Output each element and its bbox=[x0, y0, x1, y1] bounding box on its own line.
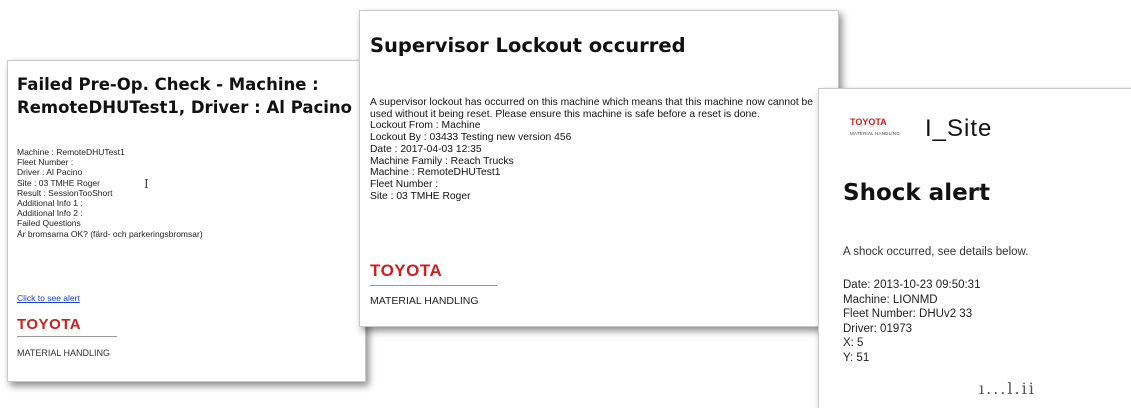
detail-result: Result : SessionTooShort bbox=[17, 187, 113, 198]
detail-fleet-number: Fleet Number : bbox=[370, 178, 439, 190]
alert-details: Date: 2013-10-23 09:50:31 Machine: LIONM… bbox=[843, 278, 980, 365]
detail-driver: Driver: 01973 bbox=[843, 322, 913, 335]
shock-alert-card: TOYOTA MATERIAL HANDLING I_Site Shock al… bbox=[818, 88, 1131, 408]
detail-y: Y: 51 bbox=[843, 351, 870, 364]
detail-lockout-from: Lockout From : Machine bbox=[370, 120, 481, 132]
logo-subtitle: MATERIAL HANDLING bbox=[17, 348, 111, 358]
detail-date: Date : 2017-04-03 12:35 bbox=[370, 143, 482, 155]
cropped-text: ı...l.ii bbox=[979, 379, 1036, 398]
alert-description: A supervisor lockout has occurred on thi… bbox=[370, 97, 814, 120]
toyota-logo: TOYOTA MATERIAL HANDLING bbox=[17, 316, 117, 358]
detail-additional-info-1: Additional Info 1 : bbox=[17, 198, 83, 209]
detail-fleet-number: Fleet Number : bbox=[17, 157, 74, 168]
alert-title: Supervisor Lockout occurred bbox=[370, 34, 686, 57]
logo-subtitle: MATERIAL HANDLING bbox=[850, 131, 900, 136]
detail-machine-family: Machine Family : Reach Trucks bbox=[370, 155, 514, 167]
text-cursor-icon: I bbox=[144, 177, 149, 191]
detail-failed-questions: Failed Questions bbox=[17, 218, 81, 229]
alert-details: A supervisor lockout has occurred on thi… bbox=[370, 97, 830, 202]
logo-subtitle: MATERIAL HANDLING bbox=[370, 295, 479, 307]
logo-brand: TOYOTA bbox=[850, 117, 887, 127]
detail-question: Är bromsarna OK? (färd- och parkeringsbr… bbox=[17, 228, 203, 239]
alert-title: Failed Pre-Op. Check - Machine : RemoteD… bbox=[17, 75, 352, 117]
detail-lockout-by: Lockout By : 03433 Testing new version 4… bbox=[370, 132, 572, 144]
detail-driver: Driver : Al Pacino bbox=[17, 167, 83, 178]
detail-machine: Machine: LIONMD bbox=[843, 293, 938, 306]
detail-machine: Machine : RemoteDHUTest1 bbox=[17, 147, 125, 157]
detail-date: Date: 2013-10-23 09:50:31 bbox=[843, 279, 981, 291]
supervisor-lockout-card: Supervisor Lockout occurred A supervisor… bbox=[359, 10, 839, 327]
isite-logo: I_Site bbox=[925, 115, 993, 142]
detail-site: Site : 03 TMHE Roger bbox=[17, 177, 100, 188]
logo-divider bbox=[370, 285, 497, 286]
see-alert-link[interactable]: Click to see alert bbox=[17, 293, 80, 303]
toyota-logo: TOYOTA MATERIAL HANDLING bbox=[850, 117, 900, 136]
alert-details: Machine : RemoteDHUTest1 Fleet Number : … bbox=[17, 147, 365, 239]
detail-machine: Machine : RemoteDHUTest1 bbox=[370, 167, 501, 179]
detail-additional-info-2: Additional Info 2 : bbox=[17, 208, 83, 219]
logo-brand: TOYOTA bbox=[17, 316, 82, 333]
detail-fleet-number: Fleet Number: DHUv2 33 bbox=[843, 308, 973, 320]
alert-intro: A shock occurred, see details below. bbox=[843, 246, 1029, 258]
logo-brand: TOYOTA bbox=[370, 261, 443, 280]
detail-site: Site : 03 TMHE Roger bbox=[370, 190, 471, 202]
logo-divider bbox=[17, 336, 117, 337]
alert-title: Shock alert bbox=[843, 180, 991, 206]
failed-preop-alert-card: Failed Pre-Op. Check - Machine : RemoteD… bbox=[7, 60, 366, 382]
toyota-logo: TOYOTA MATERIAL HANDLING bbox=[370, 261, 497, 307]
detail-x: X: 5 bbox=[843, 337, 864, 349]
